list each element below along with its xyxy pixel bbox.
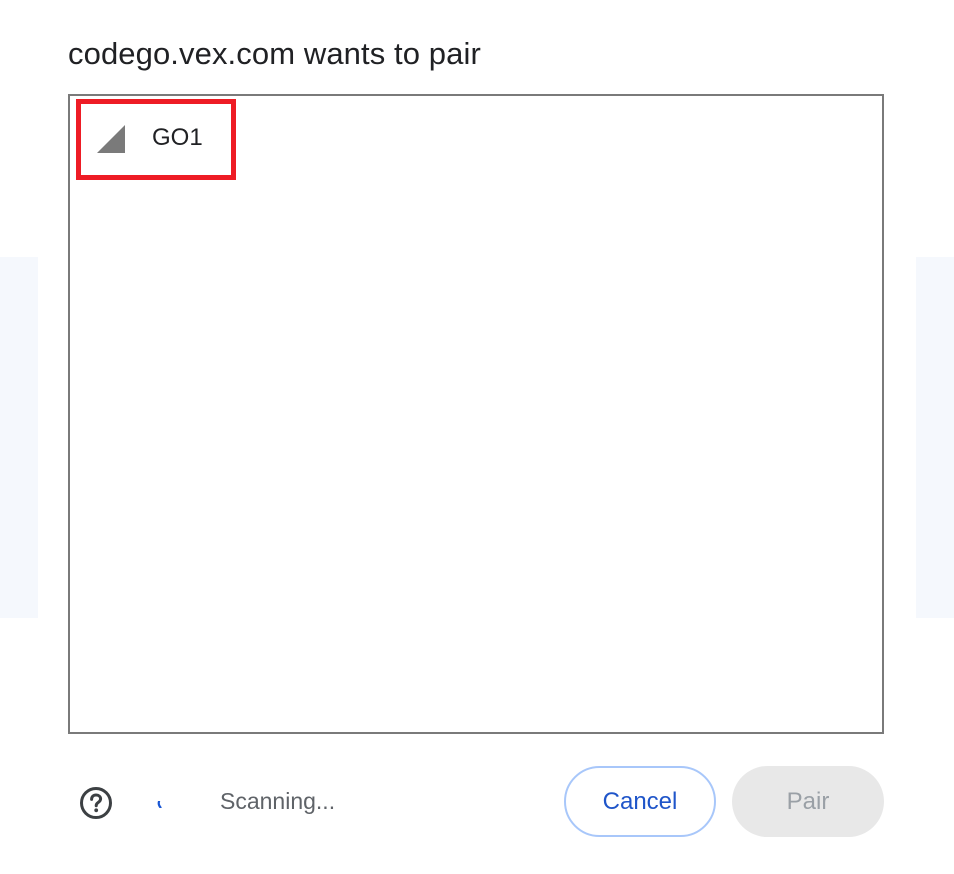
help-circle-icon[interactable] <box>79 786 113 820</box>
background-panel-right <box>916 257 954 618</box>
device-name: GO1 <box>152 124 203 151</box>
scanning-status: Scanning... <box>220 788 336 814</box>
pair-button[interactable]: Pair <box>732 766 884 837</box>
cancel-button[interactable]: Cancel <box>564 766 716 837</box>
background-panel-left <box>0 257 38 618</box>
device-list[interactable]: GO1 <box>68 94 884 734</box>
signal-strength-icon <box>97 125 125 153</box>
dialog-title: codego.vex.com wants to pair <box>68 36 481 71</box>
device-item-go1[interactable]: GO1 <box>76 99 236 180</box>
pairing-dialog: codego.vex.com wants to pair GO1 Scannin… <box>0 0 954 874</box>
loading-spinner-icon <box>157 801 162 808</box>
